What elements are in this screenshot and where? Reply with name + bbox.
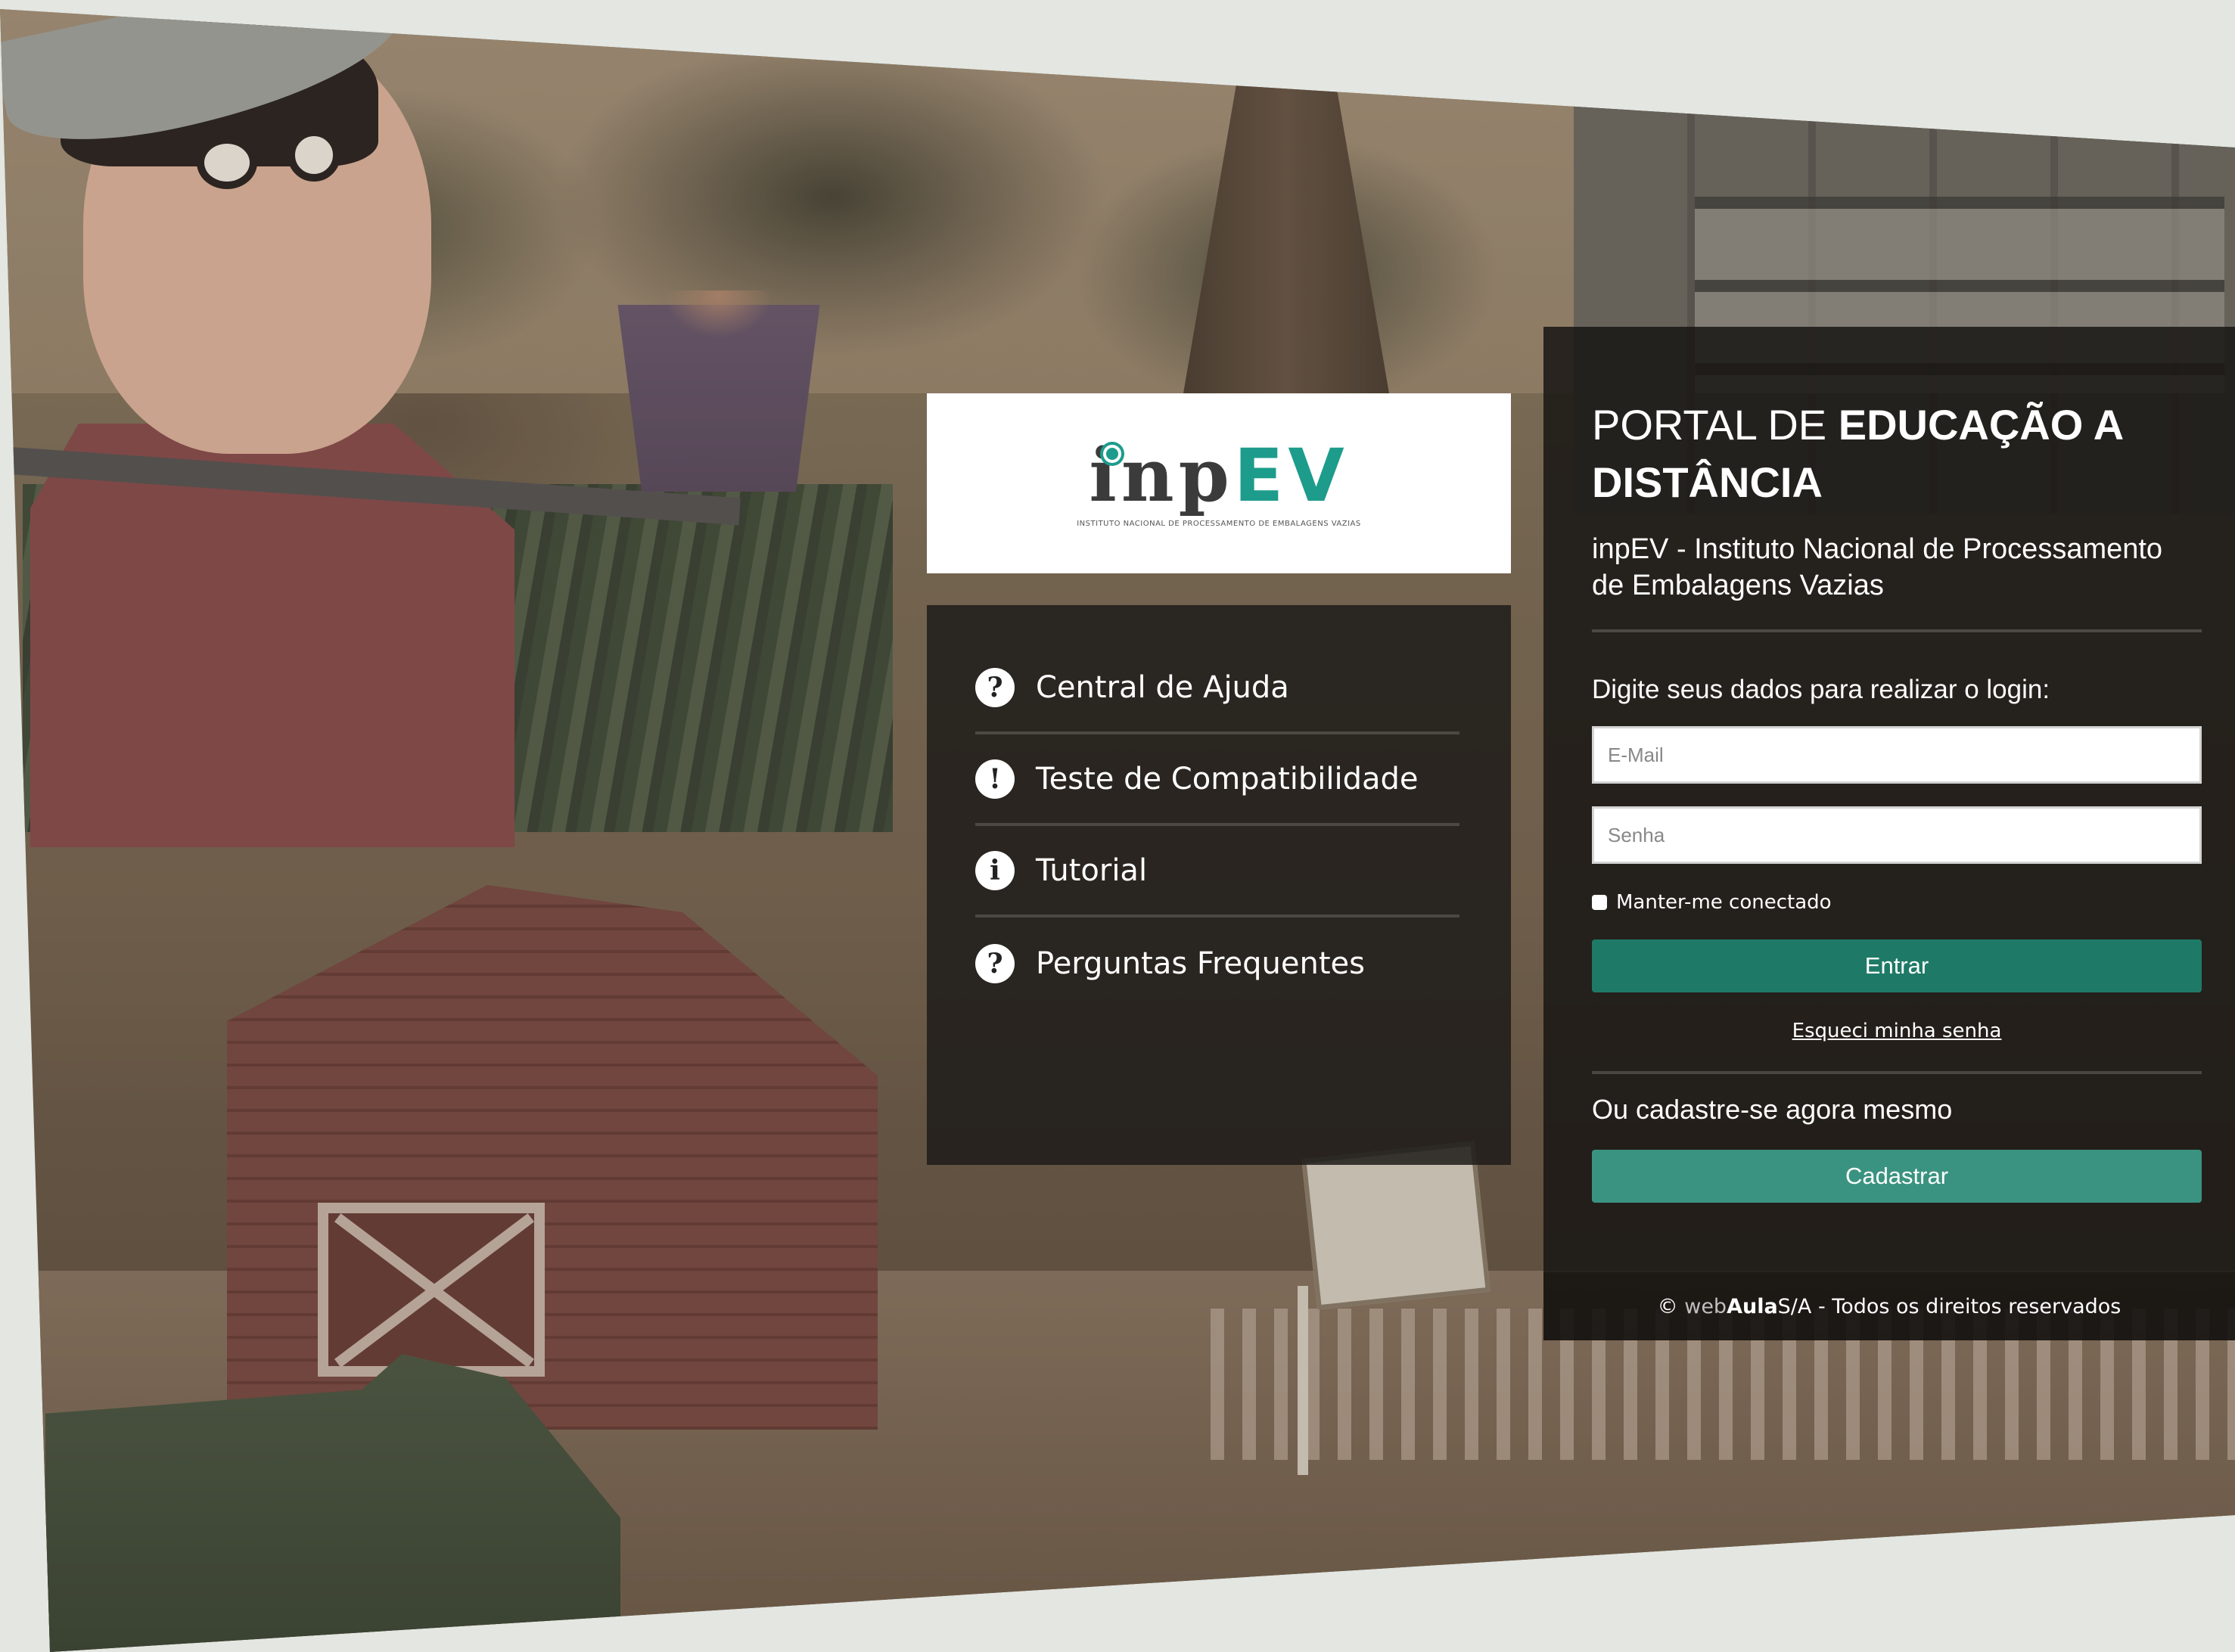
footer-brand-aula: Aula: [1727, 1294, 1778, 1318]
menu-item-label: Central de Ajuda: [1036, 669, 1289, 705]
question-icon: ?: [975, 667, 1015, 707]
footer: © web Aula S/A - Todos os direitos reserv…: [1543, 1272, 2235, 1340]
logo-tagline: INSTITUTO NACIONAL DE PROCESSAMENTO DE E…: [1077, 519, 1361, 528]
email-field[interactable]: [1592, 726, 2202, 784]
menu-item-central-de-ajuda[interactable]: ? Central de Ajuda: [975, 643, 1459, 734]
question-icon: ?: [975, 943, 1015, 983]
remember-checkbox[interactable]: [1592, 895, 1607, 910]
logo-recycle-icon: [1103, 445, 1121, 463]
menu-item-tutorial[interactable]: i Tutorial: [975, 826, 1459, 918]
copyright-symbol: ©: [1657, 1294, 1678, 1318]
screenshot-frame: inpEV INSTITUTO NACIONAL DE PROCESSAMENT…: [0, 9, 2235, 1652]
menu-item-perguntas-frequentes[interactable]: ? Perguntas Frequentes: [975, 918, 1459, 1009]
register-button[interactable]: Cadastrar: [1592, 1150, 2202, 1203]
login-content: PORTAL DE EDUCAÇÃO A DISTÂNCIA inpEV - I…: [1592, 327, 2202, 1203]
password-field[interactable]: [1592, 806, 2202, 864]
divider: [1592, 629, 2202, 632]
inpev-logo: inpEV: [1089, 439, 1348, 512]
menu-item-label: Perguntas Frequentes: [1036, 946, 1365, 981]
logo-text-ev: EV: [1233, 433, 1349, 518]
register-prompt: Ou cadastre-se agora mesmo: [1592, 1094, 1953, 1125]
menu-item-teste-de-compatibilidade[interactable]: ! Teste de Compatibilidade: [975, 734, 1459, 826]
logo-box: inpEV INSTITUTO NACIONAL DE PROCESSAMENT…: [927, 393, 1511, 573]
info-icon: i: [975, 850, 1015, 890]
menu-item-label: Tutorial: [1036, 852, 1148, 888]
login-prompt: Digite seus dados para realizar o login:: [1592, 675, 2050, 704]
login-panel: PORTAL DE EDUCAÇÃO A DISTÂNCIA inpEV - I…: [1543, 327, 2235, 1340]
divider: [1592, 1071, 2202, 1074]
title-light: PORTAL DE: [1592, 401, 1839, 449]
remember-label: Manter-me conectado: [1616, 891, 1832, 914]
forgot-password-link[interactable]: Esqueci minha senha: [1592, 1020, 2202, 1042]
page-title: PORTAL DE EDUCAÇÃO A DISTÂNCIA: [1592, 396, 2202, 511]
footer-brand-web: web: [1684, 1294, 1727, 1318]
page-subtitle: inpEV - Instituto Nacional de Processame…: [1592, 533, 2163, 601]
help-menu: ? Central de Ajuda ! Teste de Compatibil…: [927, 605, 1511, 1165]
footer-rights: S/A - Todos os direitos reservados: [1777, 1294, 2122, 1318]
exclamation-icon: !: [975, 759, 1015, 799]
remember-me[interactable]: Manter-me conectado: [1592, 891, 2202, 914]
login-button[interactable]: Entrar: [1592, 939, 2202, 992]
menu-item-label: Teste de Compatibilidade: [1036, 761, 1419, 796]
